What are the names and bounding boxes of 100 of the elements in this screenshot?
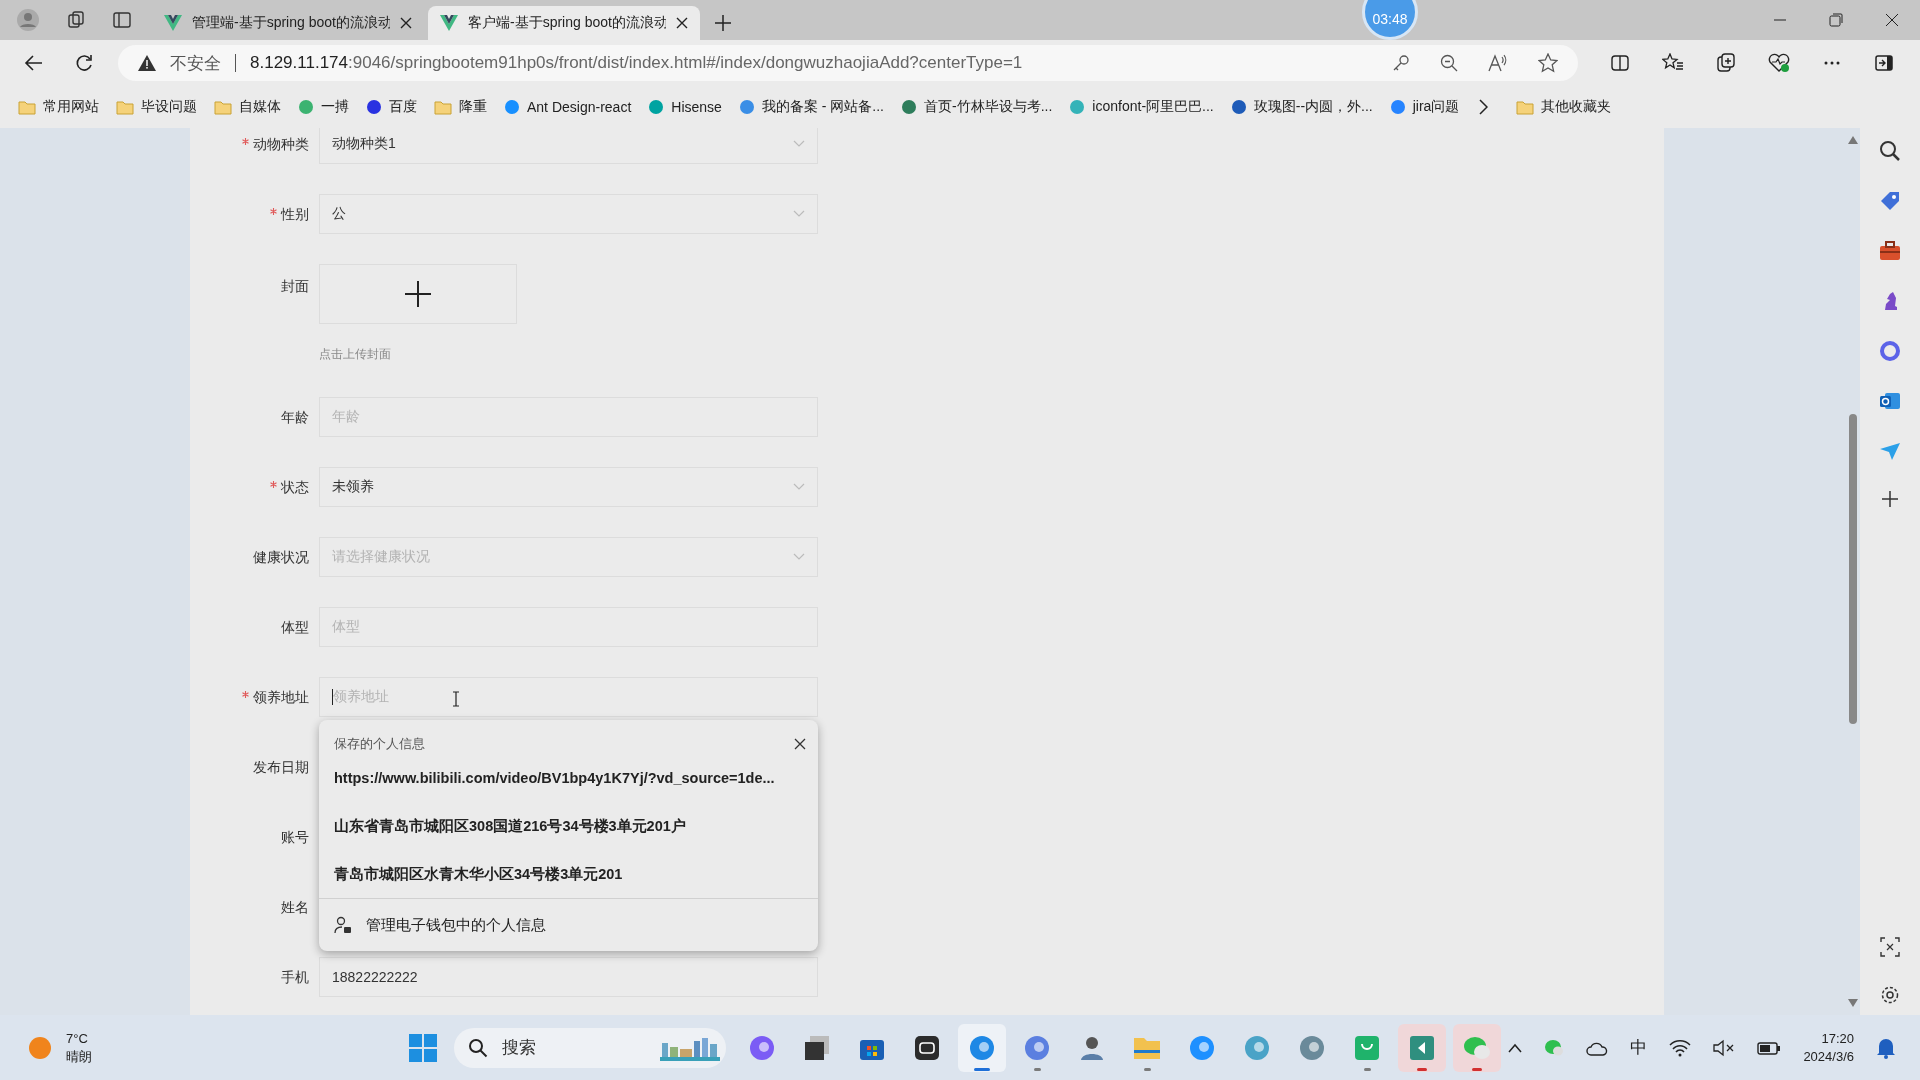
bookmark[interactable]: 自媒体 <box>214 98 281 116</box>
read-aloud-icon[interactable] <box>1488 54 1508 72</box>
bookmark[interactable]: 降重 <box>434 98 487 116</box>
bookmark[interactable]: jira问题 <box>1389 98 1460 116</box>
chevron-right-icon[interactable] <box>1478 99 1489 115</box>
heart-pulse-icon[interactable] <box>1768 53 1790 73</box>
window-icon <box>804 1034 831 1061</box>
sun-icon <box>28 1035 52 1060</box>
chevron-down-icon <box>793 210 805 218</box>
chat-icon <box>1463 1034 1492 1061</box>
recording-timer: 03:48 <box>1362 0 1418 40</box>
folder-icon <box>1516 99 1535 115</box>
app-icon <box>1024 1034 1051 1061</box>
manage-link[interactable]: 管理电子钱包中的个人信息 <box>334 915 546 935</box>
warning-icon <box>138 55 156 71</box>
mail-icon[interactable] <box>1879 390 1901 412</box>
taskbar-search[interactable]: 搜索 <box>454 1027 727 1068</box>
restore-icon[interactable] <box>1829 13 1843 27</box>
popup-title: 保存的个人信息 <box>334 735 425 753</box>
refresh-icon[interactable] <box>74 53 94 73</box>
search-icon <box>468 1037 489 1058</box>
bookmark[interactable]: Ant Design-react <box>504 99 632 115</box>
close-icon[interactable] <box>676 17 688 29</box>
bookmark[interactable]: Hisense <box>648 99 722 115</box>
input-method[interactable]: 中 <box>1630 1036 1648 1059</box>
address-field[interactable]: 不安全 8.129.11.174:9046/springbootem91hp0s/front/dist/index.html#/index/dongwuzhaojiaAdd?centerType=1 <box>118 45 1578 81</box>
muted-speaker-icon[interactable] <box>1713 1038 1736 1057</box>
field-label: 年龄 <box>281 409 309 425</box>
field-label: 健康状况 <box>253 549 309 565</box>
sidebar-toggle-icon[interactable] <box>1874 53 1894 73</box>
battery-icon[interactable] <box>1757 1039 1782 1056</box>
browser-tab[interactable]: 客户端-基于spring boot的流浪动 <box>428 6 700 40</box>
autofill-suggestion[interactable]: https://www.bilibili.com/video/BV1bp4y1K7Yj/?vd_source=1de... <box>319 754 818 802</box>
bookmark[interactable]: 玫瑰图--内圆，外... <box>1230 98 1373 116</box>
autofill-suggestion[interactable]: 青岛市城阳区水青木华小区34号楼3单元201 <box>319 850 818 898</box>
close-icon[interactable] <box>794 738 806 750</box>
app-icon <box>749 1034 776 1061</box>
bookmark[interactable]: 一搏 <box>298 98 349 116</box>
screenshot-icon[interactable] <box>1880 937 1900 957</box>
settings-icon[interactable] <box>1880 985 1900 1005</box>
vue-logo-icon <box>440 15 458 31</box>
zoom-out-icon[interactable] <box>1440 54 1458 72</box>
clock-time: 17:20 <box>1821 1029 1854 1048</box>
tab-actions-icon[interactable] <box>112 10 132 30</box>
field-label: 账号 <box>281 829 309 845</box>
scroll-up-icon[interactable] <box>1848 136 1858 144</box>
split-screen-icon[interactable] <box>1610 53 1630 73</box>
scroll-down-icon[interactable] <box>1848 999 1858 1007</box>
field-label: 发布日期 <box>253 759 309 775</box>
input-field[interactable]: 18822222222 <box>319 957 818 997</box>
bookmark[interactable]: 百度 <box>366 98 417 116</box>
start-icon[interactable] <box>408 1032 439 1063</box>
ring-icon[interactable] <box>1879 340 1901 362</box>
field-label: 封面 <box>281 278 309 294</box>
wifi-icon[interactable] <box>1669 1038 1692 1057</box>
chevron-up-icon[interactable] <box>1508 1042 1523 1053</box>
plus-icon[interactable] <box>1881 490 1899 508</box>
scrollbar-thumb[interactable] <box>1849 414 1857 724</box>
field-label: 动物种类 <box>253 136 309 152</box>
plus-icon <box>405 281 431 307</box>
favorites-icon[interactable] <box>1662 53 1684 73</box>
field-label: 状态 <box>281 479 309 495</box>
search-icon[interactable] <box>1879 140 1901 162</box>
new-tab-icon[interactable] <box>714 14 732 32</box>
bookmark[interactable]: 首页-竹林毕设与考... <box>901 98 1053 116</box>
select-field[interactable]: 公 <box>319 194 818 234</box>
key-icon[interactable] <box>1392 54 1410 72</box>
site-icon <box>648 99 665 115</box>
folder-icon <box>434 99 452 115</box>
bookmark[interactable]: 毕设问题 <box>116 98 197 116</box>
back-icon[interactable] <box>24 53 44 73</box>
field-label: 姓名 <box>281 899 309 915</box>
field-label: 手机 <box>281 969 309 985</box>
tag-icon[interactable] <box>1879 190 1901 212</box>
toolbox-icon[interactable] <box>1879 240 1901 262</box>
select-field[interactable]: 未领养 <box>319 467 818 507</box>
robot-icon <box>914 1034 941 1061</box>
folder-icon <box>116 99 134 115</box>
close-icon[interactable] <box>1885 13 1899 27</box>
field-label: 性别 <box>281 206 309 222</box>
bookmark[interactable]: iconfont-阿里巴巴... <box>1069 98 1214 116</box>
text-cursor-icon <box>452 691 460 707</box>
person-card-icon <box>334 916 352 934</box>
bookmark[interactable]: 我的备案 - 网站备... <box>738 98 884 116</box>
folder-icon <box>214 99 232 115</box>
app-icon <box>1189 1034 1216 1061</box>
bookmark[interactable]: 常用网站 <box>18 98 99 116</box>
star-icon[interactable] <box>1538 53 1558 73</box>
close-icon[interactable] <box>400 17 412 29</box>
bell-icon[interactable] <box>1876 1036 1896 1059</box>
site-icon <box>1069 99 1086 115</box>
select-field[interactable]: 动物种类1 <box>319 128 818 164</box>
profile-icon[interactable] <box>16 8 40 32</box>
browser-tab[interactable]: 管理端-基于spring boot的流浪动 <box>152 6 424 40</box>
vue-logo-icon <box>164 15 182 31</box>
autofill-suggestion[interactable]: 山东省青岛市城阳区308国道216号34号楼3单元201户 <box>319 802 818 850</box>
bookmark[interactable]: 其他收藏夹 <box>1516 98 1612 116</box>
collections-icon[interactable] <box>66 10 86 30</box>
collections-icon[interactable] <box>1716 53 1736 73</box>
app-icon <box>1244 1034 1271 1061</box>
